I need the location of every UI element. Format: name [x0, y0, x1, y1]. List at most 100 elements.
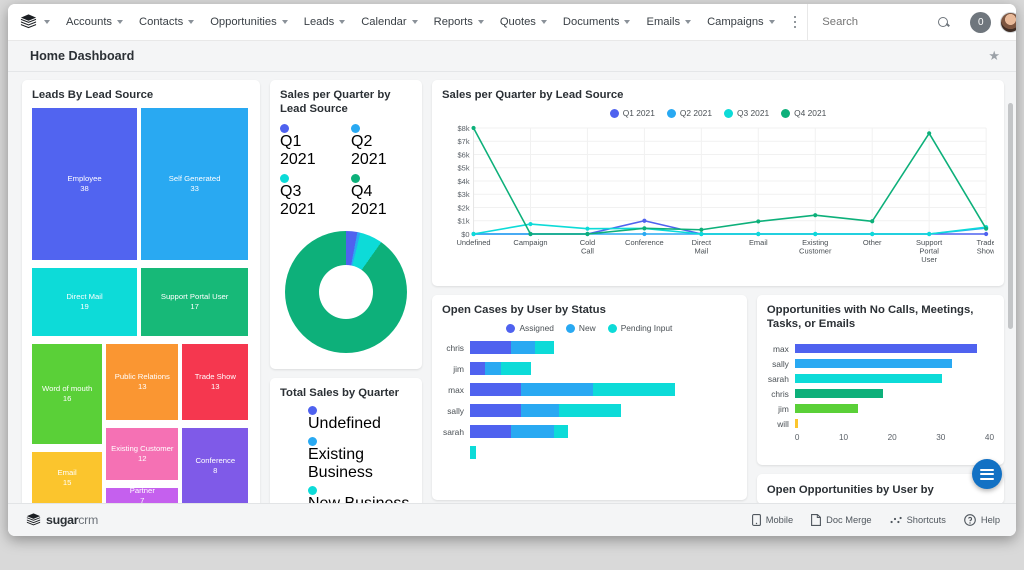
- treemap-tile[interactable]: Direct Mail 19: [32, 268, 138, 337]
- bar-segment[interactable]: [470, 446, 477, 459]
- nav-item-contacts[interactable]: Contacts: [131, 4, 202, 40]
- legend-label: New Business: [308, 495, 409, 503]
- svg-text:Show: Show: [977, 247, 994, 256]
- vertical-scrollbar[interactable]: [1006, 75, 1014, 500]
- more-modules-icon[interactable]: [783, 15, 808, 29]
- nav-item-emails[interactable]: Emails: [638, 4, 699, 40]
- sugar-stack-logo-icon: [26, 513, 41, 526]
- bar-track: [470, 446, 737, 459]
- footer-link-doc-merge[interactable]: Doc Merge: [811, 514, 872, 526]
- nav-item-calendar[interactable]: Calendar: [353, 4, 425, 40]
- bar-segment[interactable]: [794, 404, 859, 413]
- hamburger-menu-icon[interactable]: [972, 459, 1002, 489]
- legend-item[interactable]: Q2 2021: [351, 124, 412, 169]
- nav-item-leads[interactable]: Leads: [296, 4, 353, 40]
- open-cases-legend: Assigned New Pending Input: [442, 323, 737, 333]
- treemap-tile-label: Employee: [67, 174, 102, 184]
- nav-item-documents[interactable]: Documents: [555, 4, 639, 40]
- treemap-tile-label: Partner: [129, 488, 155, 496]
- search-icon[interactable]: [938, 16, 949, 28]
- legend-item[interactable]: Undefined: [308, 406, 381, 433]
- global-search[interactable]: [807, 4, 957, 40]
- legend-item[interactable]: New Business: [308, 486, 409, 503]
- treemap-tile[interactable]: Employee 38: [32, 108, 138, 261]
- bar-segment[interactable]: [534, 341, 555, 354]
- bar-segment[interactable]: [554, 425, 568, 438]
- treemap-tile[interactable]: Existing Customer 12: [106, 428, 179, 481]
- legend-item[interactable]: Q4 2021: [351, 174, 412, 219]
- nav-item-opportunities[interactable]: Opportunities: [202, 4, 296, 40]
- treemap-tile-label: Email: [57, 468, 77, 478]
- nav-item-campaigns[interactable]: Campaigns: [699, 4, 783, 40]
- footer-link-label: Mobile: [765, 515, 794, 525]
- help-icon: [964, 514, 976, 526]
- dashlet-opportunities-no-activity: Opportunities with No Calls, Meetings, T…: [756, 295, 1004, 465]
- legend-item[interactable]: Existing Business: [308, 437, 412, 482]
- treemap-tile[interactable]: Trade Show 13: [182, 344, 249, 421]
- bar-segment[interactable]: [593, 383, 676, 396]
- legend-color-dot: [666, 108, 676, 118]
- treemap-tile[interactable]: Email 15: [32, 452, 103, 503]
- treemap-tile-value: 16: [62, 394, 72, 404]
- bar-segment[interactable]: [794, 374, 942, 383]
- avatar[interactable]: [1000, 11, 1016, 33]
- legend-item[interactable]: Q3 2021: [724, 108, 769, 118]
- bar-segment[interactable]: [511, 425, 555, 438]
- legend-color-dot: [308, 406, 317, 415]
- footer-link-help[interactable]: Help: [964, 514, 1000, 526]
- treemap-tile[interactable]: Self Generated 33: [141, 108, 249, 261]
- bar-segment[interactable]: [559, 404, 621, 417]
- treemap-tile[interactable]: Public Relations 13: [106, 344, 179, 421]
- bar-segment[interactable]: [521, 404, 560, 417]
- search-input[interactable]: [822, 16, 933, 28]
- legend-item[interactable]: Q4 2021: [781, 108, 826, 118]
- home-logo-button[interactable]: [20, 14, 58, 30]
- bar-segment[interactable]: [521, 383, 594, 396]
- nav-item-accounts[interactable]: Accounts: [58, 4, 131, 40]
- legend-item[interactable]: Q1 2021: [609, 108, 655, 118]
- dashlet-leads-by-lead-source: Leads By Lead Source Employee 38 Self Gene…: [22, 80, 260, 503]
- bar-segment[interactable]: [470, 425, 512, 438]
- bar-row-label: chris: [771, 388, 789, 399]
- star-icon[interactable]: ★: [988, 48, 1000, 64]
- donut-chart[interactable]: [285, 231, 407, 353]
- legend-label: Q2 2021: [679, 108, 712, 118]
- bar-segment[interactable]: [500, 362, 531, 375]
- line-chart: $8k $7k $6k $5k $4k $3k $2k $1k $0 Undefined Campa…: [442, 122, 994, 280]
- bar-segment[interactable]: [470, 404, 522, 417]
- legend-item[interactable]: Pending Input: [607, 323, 672, 333]
- dashlet-title: Open Opportunities by User by: [766, 484, 934, 496]
- treemap-tile[interactable]: Support Portal User 17: [141, 268, 249, 337]
- document-icon: [811, 514, 822, 526]
- bar-track: [470, 383, 737, 396]
- treemap-tile[interactable]: Partner 7: [106, 488, 179, 503]
- footer-link-mobile[interactable]: Mobile: [751, 514, 794, 526]
- footer-link-shortcuts[interactable]: Shortcuts: [890, 515, 946, 525]
- bar-segment[interactable]: [485, 362, 501, 375]
- legend-item[interactable]: Q2 2021: [666, 108, 712, 118]
- nav-item-quotes[interactable]: Quotes: [492, 4, 555, 40]
- legend-item[interactable]: Q1 2021: [280, 124, 341, 169]
- bar-segment[interactable]: [470, 362, 486, 375]
- dashlet-title: Total Sales by Quarter: [280, 387, 400, 399]
- nav-label: Calendar: [361, 16, 407, 28]
- treemap-chart: Employee 38 Self Generated 33 Direct Mail 19 S…: [32, 108, 250, 503]
- legend-item[interactable]: New: [565, 323, 596, 333]
- notification-badge[interactable]: 0: [970, 11, 992, 33]
- legend-item[interactable]: Assigned: [506, 323, 554, 333]
- svg-text:$6k: $6k: [458, 150, 470, 159]
- bar-segment[interactable]: [794, 359, 952, 368]
- treemap-tile[interactable]: Word of mouth 16: [32, 344, 103, 445]
- nav-item-reports[interactable]: Reports: [426, 4, 492, 40]
- bar-segment[interactable]: [511, 341, 535, 354]
- bar-segment[interactable]: [470, 383, 522, 396]
- bar-segment[interactable]: [794, 419, 799, 428]
- bar-segment[interactable]: [794, 389, 884, 398]
- treemap-tile[interactable]: Conference 8: [182, 428, 249, 503]
- bar-row-label: jim: [778, 403, 789, 414]
- scrollbar-thumb[interactable]: [1007, 103, 1013, 329]
- bar-segment[interactable]: [794, 344, 977, 353]
- legend-label: Undefined: [308, 415, 381, 432]
- bar-segment[interactable]: [470, 341, 512, 354]
- legend-item[interactable]: Q3 2021: [280, 174, 341, 219]
